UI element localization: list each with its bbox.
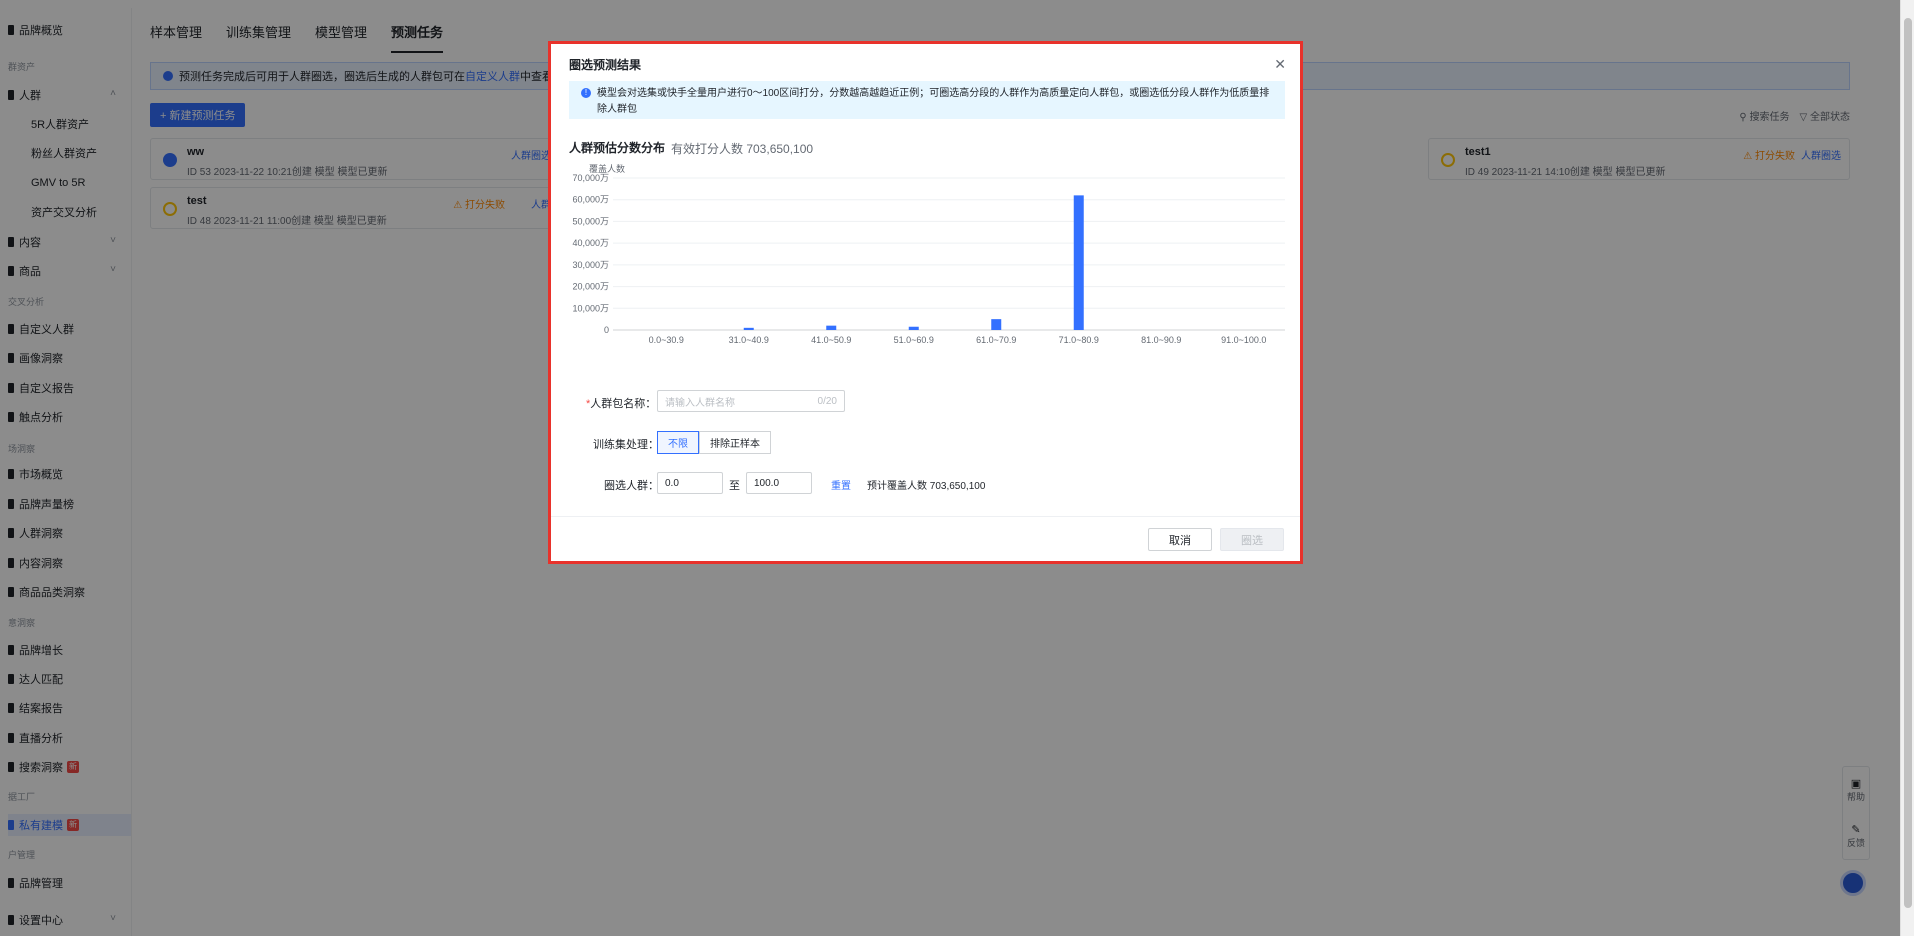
page-scrollbar[interactable]: [1900, 0, 1914, 936]
x-tick-label: 41.0~50.9: [811, 335, 851, 344]
range-separator: 至: [729, 480, 740, 492]
select-label: 圈选人群：: [604, 480, 659, 492]
bar[interactable]: [991, 319, 1002, 330]
score-distribution-chart: 覆盖人数010,000万20,000万30,000万40,000万50,000万…: [572, 164, 1285, 344]
y-tick-label: 10,000万: [572, 303, 609, 313]
y-tick-label: 60,000万: [572, 195, 609, 205]
y-tick-label: 30,000万: [572, 260, 609, 270]
x-tick-label: 51.0~60.9: [894, 335, 934, 344]
estimate-text: 预计覆盖人数 703,650,100: [867, 481, 986, 492]
distribution-title: 人群预估分数分布: [569, 141, 666, 155]
reset-link[interactable]: 重置: [831, 477, 851, 492]
crowd-name-input[interactable]: 请输入人群名称 0/20: [657, 390, 845, 412]
close-icon[interactable]: ✕: [1274, 56, 1286, 73]
y-tick-label: 50,000万: [572, 216, 609, 226]
cancel-button[interactable]: 取消: [1148, 528, 1212, 551]
tip-banner: ! 模型会对选集或快手全量用户进行0～100区间打分，分数越高越趋近正例；可圈选…: [569, 81, 1285, 119]
x-tick-label: 81.0~90.9: [1141, 335, 1181, 344]
y-tick-label: 20,000万: [572, 282, 609, 292]
range-to-input[interactable]: 100.0: [746, 472, 812, 494]
name-label: *人群包名称：: [586, 398, 657, 410]
bar[interactable]: [1073, 195, 1084, 330]
x-tick-label: 91.0~100.0: [1221, 335, 1266, 344]
train-label: 训练集处理：: [593, 439, 659, 451]
y-tick-label: 40,000万: [572, 238, 609, 248]
crowd-select-modal: 圈选预测结果 ✕ ! 模型会对选集或快手全量用户进行0～100区间打分，分数越高…: [548, 41, 1303, 564]
x-tick-label: 61.0~70.9: [976, 335, 1016, 344]
train-label-text: 训练集处理: [593, 439, 648, 451]
y-tick-label: 70,000万: [572, 173, 609, 183]
x-tick-label: 71.0~80.9: [1059, 335, 1099, 344]
scrollbar-thumb[interactable]: [1904, 18, 1912, 908]
info-icon: !: [581, 88, 591, 98]
y-tick-label: 0: [604, 325, 609, 335]
x-tick-label: 0.0~30.9: [649, 335, 684, 344]
bar[interactable]: [908, 326, 919, 330]
footer-divider: [551, 516, 1300, 517]
range-from-input[interactable]: 0.0: [657, 472, 723, 494]
crowd-name-placeholder: 请输入人群名称: [665, 397, 735, 409]
option-unlimited[interactable]: 不限: [657, 431, 699, 454]
bar[interactable]: [743, 327, 754, 330]
tip-text: 模型会对选集或快手全量用户进行0～100区间打分，分数越高越趋近正例；可圈选高分…: [597, 88, 1270, 115]
modal-title: 圈选预测结果: [569, 58, 642, 72]
confirm-select-button[interactable]: 圈选: [1220, 528, 1284, 551]
range-to-value: 100.0: [754, 477, 780, 489]
x-tick-label: 31.0~40.9: [729, 335, 769, 344]
train-segmented: 不限 排除正样本: [657, 431, 771, 454]
select-label-text: 圈选人群: [604, 480, 648, 492]
range-from-value: 0.0: [665, 477, 679, 489]
bar[interactable]: [826, 325, 837, 330]
name-label-text: 人群包名称: [590, 398, 646, 410]
distribution-subtitle: 有效打分人数 703,650,100: [671, 142, 814, 156]
crowd-name-counter: 0/20: [817, 395, 837, 407]
option-exclude-positive[interactable]: 排除正样本: [699, 431, 771, 454]
